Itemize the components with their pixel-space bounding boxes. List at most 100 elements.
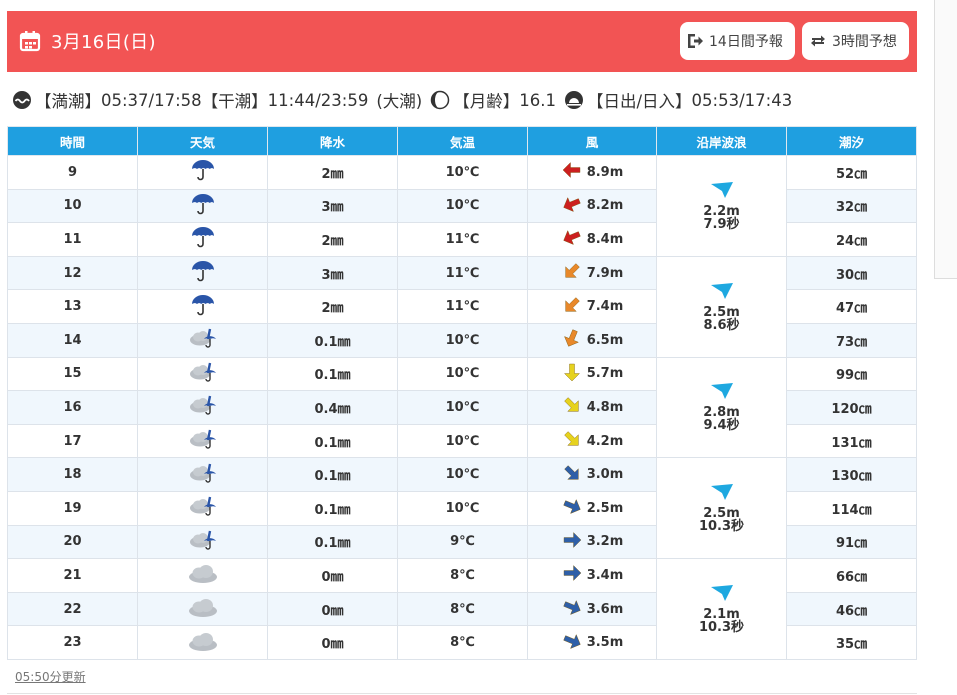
weather-cell [137,490,268,526]
hour-cell: 9 [7,155,138,190]
wave-icon [13,91,31,109]
tide-cell: 99㎝ [786,356,917,392]
col-time: 時間 [7,126,138,156]
hour-cell: 22 [7,591,138,627]
weather-cell [137,255,268,291]
high-tide-label: 【満潮】 [35,92,101,111]
side-panel [934,0,957,279]
tide-cell: 52㎝ [786,155,917,190]
coastal-wave-cell: 2.8m 9.4秒 [656,356,787,459]
3hour-forecast-label: 3時間予想 [832,34,897,50]
coastal-wave-cell: 2.1m 10.3秒 [656,558,787,660]
wind-cell: 2.5m [527,490,657,526]
hour-cell: 20 [7,524,138,560]
hourly-forecast-table: 時間 天気 降水 気温 風 沿岸波浪 潮汐 9 2㎜ 10℃ 8.9m 2.2m 7.9秒… [7,126,917,660]
moon-age-label: 【月齢】 [453,92,520,111]
forecast-date: 3月16日(日) [51,32,156,53]
cloud-icon [188,632,218,656]
wind-direction-icon [561,227,587,251]
tide-cell: 73㎝ [786,322,917,358]
coastal-wave-cell: 2.2m 7.9秒 [656,155,787,257]
weather-cell [137,322,268,358]
hour-cell: 12 [7,255,138,291]
tide-cell: 66㎝ [786,558,917,593]
precip-cell: 0㎜ [267,558,398,593]
wind-direction-icon [561,328,587,352]
3hour-forecast-button[interactable]: 3時間予想 [802,22,909,60]
temp-cell: 11℃ [397,289,528,324]
umbrella-icon [190,261,216,287]
tide-cell: 114㎝ [786,490,917,526]
temp-cell: 8℃ [397,558,528,593]
wave-direction-icon [710,484,733,501]
sign-out-icon [688,34,703,48]
wind-direction-icon [561,194,587,218]
precip-cell: 0.1㎜ [267,423,398,459]
hour-cell: 23 [7,625,138,660]
table-row: 9 2㎜ 10℃ 8.9m 2.2m 7.9秒 52㎝ [7,155,917,257]
table-header-row: 時間 天気 降水 気温 風 沿岸波浪 潮汐 [7,126,917,156]
col-temp: 気温 [397,126,528,156]
update-time-link[interactable]: 05:50分更新 [15,668,86,685]
umbrella-icon [190,193,216,220]
cloud-umbrella-icon [189,329,217,355]
wind-direction-icon [561,160,587,184]
wind-direction-icon [561,362,587,386]
weather-cell [137,356,268,392]
hour-cell: 11 [7,222,138,257]
moon-icon [430,90,450,110]
temp-cell: 10℃ [397,490,528,526]
umbrella-icon [190,294,216,321]
weather-cell [137,222,268,257]
wind-cell: 3.0m [527,457,657,492]
hour-cell: 21 [7,558,138,593]
weather-cell [137,457,268,492]
hour-cell: 17 [7,423,138,459]
weather-cell [137,155,268,190]
temp-cell: 10℃ [397,155,528,190]
wind-cell: 3.4m [527,558,657,593]
hour-cell: 10 [7,188,138,224]
temp-cell: 10℃ [397,188,528,224]
low-tide-times: 11:44/23:59 [267,90,369,110]
cloud-icon [188,565,218,588]
table-row: 18 0.1㎜ 10℃ 3.0m 2.5m 10.3秒 130㎝ [7,457,917,560]
14day-forecast-button[interactable]: 14日間予報 [680,22,795,60]
temp-cell: 10℃ [397,322,528,358]
col-wind: 風 [527,126,657,156]
temp-cell: 8℃ [397,591,528,627]
wind-cell: 8.2m [527,188,657,224]
cloud-umbrella-icon [189,496,217,523]
weather-cell [137,524,268,560]
wave-direction-icon [710,282,733,299]
precip-cell: 3㎜ [267,188,398,224]
tide-cell: 35㎝ [786,625,917,660]
cloud-icon [188,599,218,622]
precip-cell: 2㎜ [267,289,398,324]
wind-cell: 8.4m [527,222,657,257]
temp-cell: 10℃ [397,423,528,459]
sunrise-icon [564,91,583,109]
col-weather: 天気 [137,126,268,156]
hour-cell: 13 [7,289,138,324]
coastal-wave-cell: 2.5m 10.3秒 [656,457,787,560]
tide-type: (大潮) [376,92,423,111]
wind-direction-icon [561,395,587,419]
wind-direction-icon [561,496,587,520]
low-tide-label: 【干潮】 [201,92,268,111]
hour-cell: 14 [7,322,138,358]
divider [7,693,917,694]
cloud-umbrella-icon [189,463,217,490]
temp-cell: 8℃ [397,625,528,660]
wind-cell: 6.5m [527,322,657,358]
sunrise-sunset-times: 05:53/17:43 [691,90,793,110]
wave-direction-icon [710,181,733,198]
tide-cell: 32㎝ [786,188,917,224]
wind-cell: 7.4m [527,289,657,324]
tide-cell: 47㎝ [786,289,917,324]
hour-cell: 19 [7,490,138,526]
tide-cell: 120㎝ [786,390,917,425]
temp-cell: 10℃ [397,356,528,392]
sunrise-sunset-label: 【日出/日入】 [586,92,692,111]
wind-direction-icon [561,631,587,655]
